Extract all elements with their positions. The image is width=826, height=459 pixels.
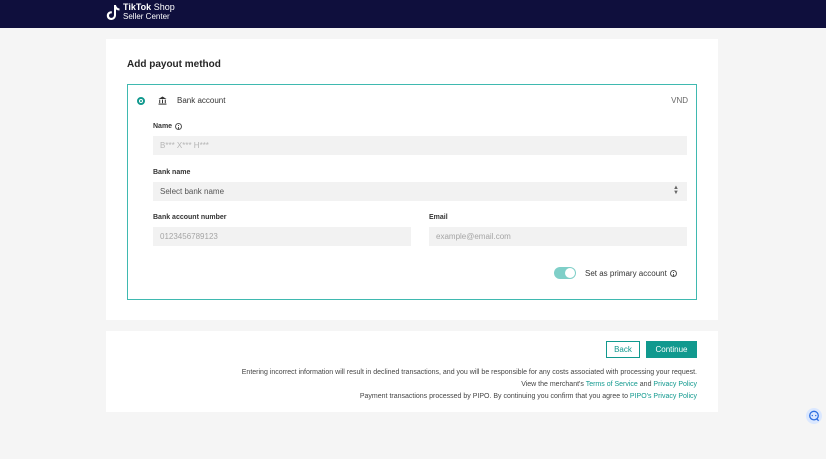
- payout-form-card: Add payout method Bank account VND Name …: [106, 39, 718, 320]
- footer-card: Back Continue Entering incorrect informa…: [106, 331, 718, 412]
- info-icon[interactable]: [175, 123, 183, 130]
- terms-line: View the merchant's Terms of Service and…: [521, 381, 697, 388]
- name-label: Name: [153, 123, 183, 130]
- pipo-privacy-link[interactable]: PIPO's Privacy Policy: [630, 393, 697, 400]
- name-field: B*** X*** H***: [153, 136, 687, 155]
- chat-support-button[interactable]: [806, 408, 822, 424]
- terms-link[interactable]: Terms of Service: [586, 381, 638, 388]
- name-label-text: Name: [153, 123, 173, 130]
- continue-button[interactable]: Continue: [646, 341, 697, 358]
- bank-account-radio[interactable]: [137, 97, 145, 105]
- pipo-text: Payment transactions processed by PIPO. …: [359, 393, 628, 400]
- pipo-line: Payment transactions processed by PIPO. …: [360, 393, 697, 400]
- email-label: Email: [429, 214, 448, 221]
- bank-name-placeholder: Select bank name: [160, 187, 225, 196]
- bank-icon: [158, 96, 167, 105]
- logo-text: TikTok Shop Seller Center: [123, 2, 175, 22]
- page-title: Add payout method: [127, 59, 221, 70]
- back-button[interactable]: Back: [606, 341, 640, 358]
- tiktok-logo-icon: [106, 4, 120, 20]
- currency-label: VND: [671, 96, 688, 105]
- primary-account-toggle[interactable]: [554, 267, 576, 279]
- bank-name-label: Bank name: [153, 169, 191, 176]
- top-bar: TikTok Shop Seller Center: [0, 0, 826, 28]
- and-text: and: [639, 381, 652, 388]
- bank-name-select[interactable]: Select bank name ▲ ▼: [153, 182, 687, 201]
- view-prefix: View the merchant's: [521, 381, 584, 388]
- bank-account-method-panel: Bank account VND Name B*** X*** H*** Ban…: [127, 84, 697, 300]
- bank-account-label: Bank account: [177, 96, 226, 105]
- chevron-updown-icon: ▲ ▼: [673, 185, 679, 196]
- tiktok-shop-logo[interactable]: TikTok Shop Seller Center: [106, 3, 175, 21]
- email-input[interactable]: example@email.com: [429, 227, 687, 246]
- primary-account-text: Set as primary account: [585, 269, 667, 278]
- chat-support-icon: [809, 410, 820, 422]
- logo-brand: TikTok: [123, 2, 152, 12]
- logo-shop: Shop: [153, 2, 175, 12]
- info-icon[interactable]: [669, 270, 677, 277]
- account-number-input[interactable]: 0123456789123: [153, 227, 411, 246]
- primary-account-label: Set as primary account: [585, 269, 677, 278]
- warning-text: Entering incorrect information will resu…: [241, 369, 697, 376]
- account-number-label: Bank account number: [153, 214, 227, 221]
- toggle-knob: [565, 268, 575, 278]
- privacy-link[interactable]: Privacy Policy: [653, 381, 697, 388]
- logo-subtitle: Seller Center: [123, 12, 170, 21]
